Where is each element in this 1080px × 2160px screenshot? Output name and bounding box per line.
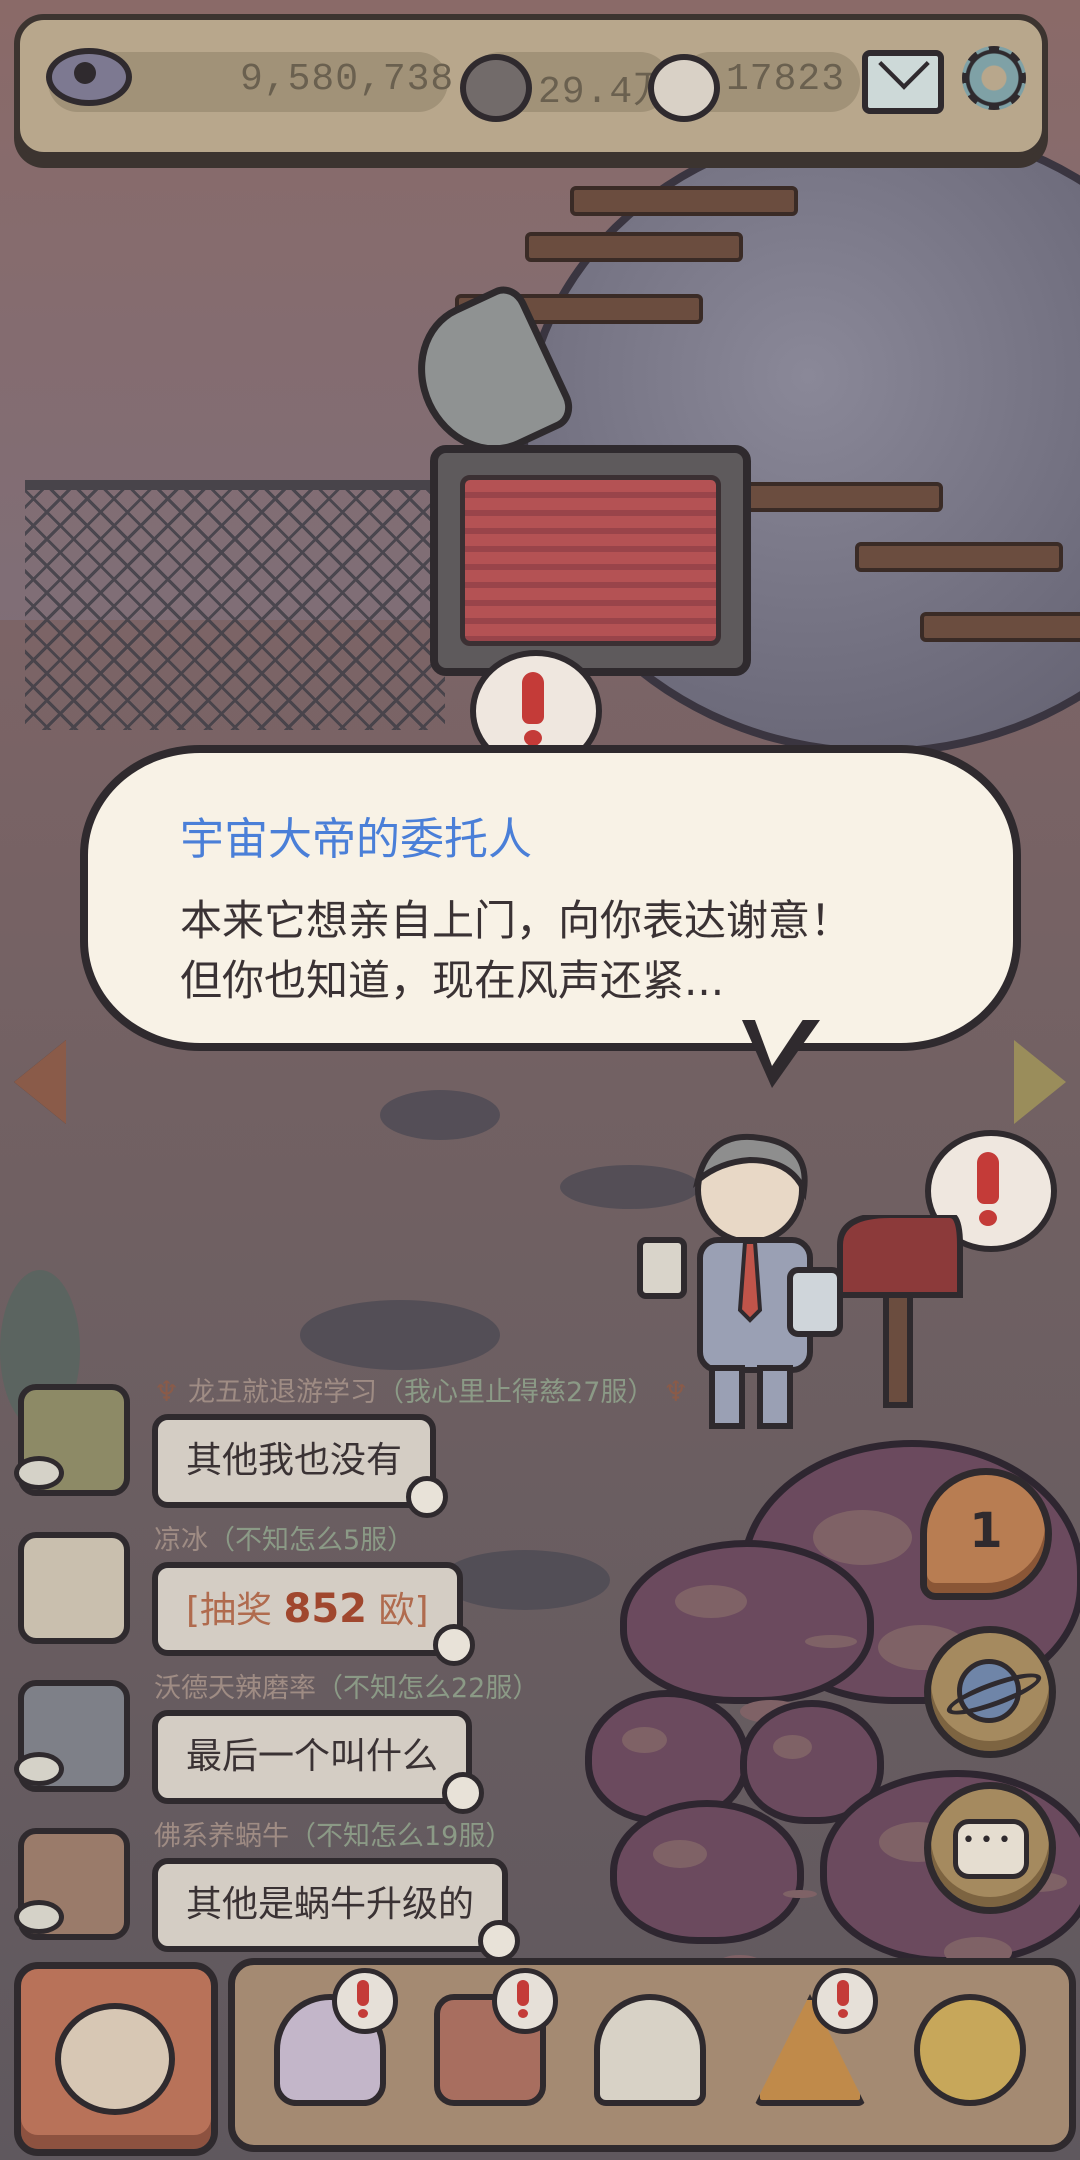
pyramid-button[interactable] bbox=[740, 1968, 878, 2108]
planet-icon bbox=[957, 1659, 1021, 1723]
chat-bubble: 最后一个叫什么 bbox=[152, 1710, 485, 1814]
planet-button[interactable] bbox=[924, 1626, 1056, 1758]
eye-icon bbox=[14, 1752, 64, 1786]
replies-count: 17823 bbox=[726, 58, 846, 101]
eye-icon bbox=[14, 1456, 64, 1490]
broken-tv[interactable] bbox=[430, 445, 751, 676]
chat-button[interactable] bbox=[924, 1782, 1056, 1914]
key-button[interactable] bbox=[900, 1978, 1030, 2108]
statue-icon bbox=[594, 1994, 706, 2106]
red-mailbox[interactable] bbox=[830, 1215, 970, 1415]
chat-tag-icon bbox=[406, 1476, 449, 1518]
chat-tag-icon bbox=[478, 1920, 521, 1962]
chain-fence bbox=[25, 480, 445, 730]
mail-icon[interactable] bbox=[862, 50, 944, 114]
lottery-suffix: 欧] bbox=[367, 1590, 429, 1631]
scene-left-arrow-icon[interactable] bbox=[14, 1040, 66, 1124]
alert-badge-icon bbox=[812, 1968, 878, 2034]
reply-bubble-icon bbox=[648, 54, 720, 122]
chat-sender: 凉冰（不知怎么5服） bbox=[154, 1525, 415, 1556]
path-stone bbox=[300, 1300, 500, 1370]
chat-text: 其他我也没有 bbox=[186, 1440, 403, 1481]
alert-badge-icon bbox=[492, 1968, 558, 2034]
comment-bubble-icon bbox=[460, 54, 532, 122]
gear-icon[interactable] bbox=[962, 46, 1026, 110]
chat-tag-icon bbox=[442, 1772, 485, 1814]
dialog-speaker-name: 宇宙大帝的委托人 bbox=[180, 814, 532, 865]
chat-tag-icon bbox=[432, 1624, 475, 1666]
wooden-stair bbox=[855, 542, 1063, 572]
chat-sender: ♆ 龙五就退游学习（我心里止得慈27服） ♆ bbox=[154, 1375, 689, 1408]
badge-1-button[interactable]: 1 bbox=[920, 1468, 1052, 1600]
broadcast-button[interactable] bbox=[14, 1962, 218, 2156]
dialog-text-line-2: 但你也知道，现在风声还紧... bbox=[180, 956, 725, 1005]
eye-icon bbox=[46, 48, 132, 106]
badge-count: 1 bbox=[969, 1503, 1003, 1559]
horn-icon bbox=[55, 2003, 175, 2115]
wooden-stair bbox=[570, 186, 798, 216]
key-icon bbox=[914, 1994, 1026, 2106]
top-status-bar: 9,580,738 29.4万 17823 bbox=[14, 14, 1048, 158]
lottery-prefix: [抽奖 bbox=[186, 1590, 284, 1631]
trophy-icon: ♆ bbox=[654, 1375, 689, 1408]
wooden-stair bbox=[735, 482, 943, 512]
wooden-stair bbox=[920, 612, 1080, 642]
path-stone bbox=[440, 1550, 610, 1610]
chat-bubble: 其他是蜗牛升级的 bbox=[152, 1858, 521, 1962]
trophy-icon: ♆ bbox=[154, 1375, 189, 1408]
path-stone bbox=[380, 1090, 500, 1140]
scene-right-arrow-icon[interactable] bbox=[1014, 1040, 1066, 1124]
chat-bubble: 其他我也没有 bbox=[152, 1414, 449, 1518]
dialog-tail bbox=[742, 1012, 820, 1088]
wooden-stair bbox=[525, 232, 743, 262]
chat-text: 其他是蜗牛升级的 bbox=[186, 1884, 475, 1925]
dialog-text-line-1: 本来它想亲自上门，向你表达谢意！ bbox=[180, 896, 853, 945]
statue-button[interactable] bbox=[580, 1978, 710, 2108]
chat-sender: 沃德天辣磨率（不知怎么22服） bbox=[154, 1673, 540, 1704]
chat-sender: 佛系养蜗牛（不知怎么19服） bbox=[154, 1821, 513, 1852]
lottery-bubble: [抽奖 852 欧] bbox=[152, 1562, 475, 1666]
lottery-amount: 852 bbox=[283, 1586, 368, 1632]
alert-badge-icon bbox=[332, 1968, 398, 2034]
speech-dialog[interactable]: 宇宙大帝的委托人 本来它想亲自上门，向你表达谢意！ 但你也知道，现在风声还紧..… bbox=[80, 745, 1021, 1051]
chat-icon bbox=[953, 1819, 1029, 1879]
mushroom bbox=[610, 1800, 804, 1944]
views-count: 9,580,738 bbox=[240, 58, 455, 101]
mushroom bbox=[620, 1540, 874, 1704]
backpack-button[interactable] bbox=[420, 1968, 558, 2108]
chat-text: 最后一个叫什么 bbox=[186, 1736, 439, 1777]
avatar[interactable] bbox=[18, 1532, 130, 1644]
tv-screen bbox=[460, 475, 721, 646]
eye-icon bbox=[14, 1900, 64, 1934]
snail-button[interactable] bbox=[260, 1968, 398, 2108]
